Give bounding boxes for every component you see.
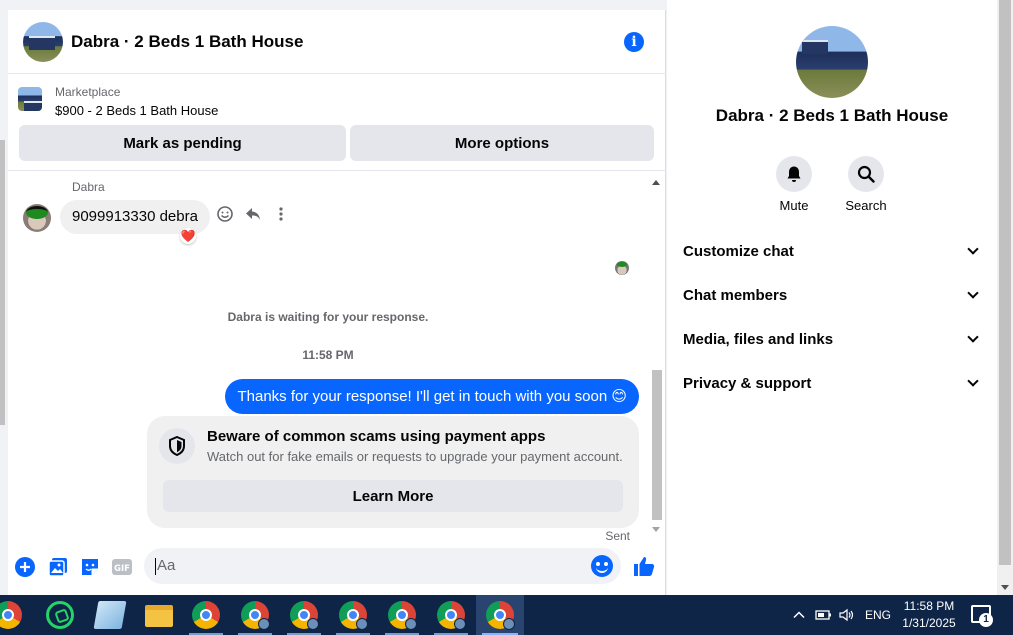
clock-date: 1/31/2025 bbox=[902, 616, 956, 630]
page-scroll-down-icon[interactable] bbox=[1001, 585, 1009, 590]
battery-icon[interactable] bbox=[815, 595, 833, 635]
info-icon[interactable]: i bbox=[624, 32, 644, 52]
whatsapp-icon[interactable] bbox=[46, 601, 74, 629]
panel-avatar[interactable] bbox=[796, 26, 868, 98]
chat-window: Dabra · 2 Beds 1 Bath House i Marketplac… bbox=[8, 10, 666, 595]
section-chat-members[interactable]: Chat members bbox=[683, 273, 983, 317]
show-hidden-icons-chevron-up-icon[interactable] bbox=[792, 595, 806, 635]
chevron-down-icon bbox=[967, 243, 979, 255]
section-label: Chat members bbox=[683, 286, 788, 304]
taskbar: ENG 11:58 PM 1/31/2025 1 bbox=[0, 595, 1013, 635]
marketplace-label: Marketplace bbox=[55, 85, 121, 99]
sender-avatar[interactable] bbox=[23, 204, 51, 232]
system-clock[interactable]: 11:58 PM 1/31/2025 bbox=[900, 598, 958, 632]
mark-as-pending-button[interactable]: Mark as pending bbox=[19, 125, 346, 161]
svg-text:GIF: GIF bbox=[114, 564, 130, 574]
message-composer: GIF Aa bbox=[8, 542, 666, 595]
message-input-placeholder: Aa bbox=[157, 557, 176, 574]
section-media-files-links[interactable]: Media, files and links bbox=[683, 317, 983, 361]
search-button[interactable]: Search bbox=[836, 156, 896, 213]
more-vertical-icon[interactable] bbox=[272, 205, 290, 223]
shield-icon bbox=[159, 428, 195, 464]
section-label: Customize chat bbox=[683, 242, 794, 260]
scroll-up-arrow-icon[interactable] bbox=[652, 180, 660, 185]
section-privacy-support[interactable]: Privacy & support bbox=[683, 361, 983, 405]
text-caret bbox=[155, 558, 156, 575]
page-scrollbar[interactable] bbox=[997, 0, 1013, 595]
volume-icon[interactable] bbox=[838, 595, 856, 635]
chat-title[interactable]: Dabra · 2 Beds 1 Bath House bbox=[71, 32, 303, 52]
chrome-profile-icon[interactable] bbox=[339, 601, 368, 630]
message-input[interactable]: Aa bbox=[144, 548, 621, 584]
chrome-profile-icon[interactable] bbox=[486, 601, 515, 630]
chevron-down-icon bbox=[967, 375, 979, 387]
learn-more-button[interactable]: Learn More bbox=[163, 480, 623, 512]
chrome-icon[interactable] bbox=[192, 601, 220, 629]
listing-thumbnail[interactable] bbox=[18, 87, 42, 111]
gif-icon[interactable]: GIF bbox=[111, 556, 133, 578]
chevron-down-icon bbox=[967, 287, 979, 299]
thumbs-up-icon[interactable] bbox=[632, 554, 655, 576]
search-icon[interactable] bbox=[848, 156, 884, 192]
scam-warning-description: Watch out for fake emails or requests to… bbox=[207, 449, 623, 464]
clock-time: 11:58 PM bbox=[903, 599, 955, 613]
chrome-icon[interactable] bbox=[0, 601, 22, 629]
photo-gallery-icon[interactable] bbox=[47, 556, 69, 578]
panel-top-strip bbox=[667, 0, 997, 10]
chat-info-panel: Dabra · 2 Beds 1 Bath House Mute Search … bbox=[667, 10, 997, 595]
messages-scrollbar[interactable] bbox=[651, 176, 663, 536]
section-customize-chat[interactable]: Customize chat bbox=[683, 229, 983, 273]
react-emoji-icon[interactable] bbox=[216, 205, 234, 223]
message-status: Sent bbox=[605, 529, 630, 542]
chrome-profile-icon[interactable] bbox=[290, 601, 319, 630]
chat-header: Dabra · 2 Beds 1 Bath House i bbox=[8, 10, 666, 74]
file-explorer-icon[interactable] bbox=[145, 605, 173, 627]
chevron-down-icon bbox=[967, 331, 979, 343]
chrome-profile-icon[interactable] bbox=[388, 601, 417, 630]
reply-icon[interactable] bbox=[244, 205, 262, 223]
seen-indicator-avatar bbox=[615, 261, 629, 275]
search-label: Search bbox=[845, 198, 887, 213]
add-plus-icon[interactable] bbox=[14, 556, 36, 578]
waiting-notice: Dabra is waiting for your response. bbox=[227, 310, 429, 324]
bell-icon[interactable] bbox=[776, 156, 812, 192]
sender-name: Dabra bbox=[72, 180, 105, 194]
mute-label: Mute bbox=[779, 198, 809, 213]
chrome-profile-icon[interactable] bbox=[437, 601, 466, 630]
message-timestamp: 11:58 PM bbox=[302, 348, 354, 362]
more-options-button[interactable]: More options bbox=[350, 125, 654, 161]
notes-app-icon[interactable] bbox=[93, 601, 127, 629]
section-label: Media, files and links bbox=[683, 330, 834, 348]
page-scroll-thumb[interactable] bbox=[999, 0, 1011, 565]
emoji-picker-icon[interactable] bbox=[591, 555, 613, 577]
left-scrollbar-thumb[interactable] bbox=[0, 140, 5, 425]
scroll-down-arrow-icon[interactable] bbox=[652, 527, 660, 532]
left-scroll-gutter bbox=[0, 0, 8, 595]
outgoing-message[interactable]: Thanks for your response! I'll get in to… bbox=[225, 379, 639, 414]
chrome-profile-icon[interactable] bbox=[241, 601, 270, 630]
scam-warning-card: Beware of common scams using payment app… bbox=[147, 416, 639, 528]
heart-reaction-icon[interactable]: ❤️ bbox=[180, 228, 196, 244]
notification-count-badge: 1 bbox=[979, 613, 993, 627]
message-list: Dabra 9099913330 debra ❤️ Dabra is waiti… bbox=[8, 172, 666, 542]
mute-button[interactable]: Mute bbox=[764, 156, 824, 213]
message-actions bbox=[216, 205, 290, 223]
messages-scroll-thumb[interactable] bbox=[652, 370, 662, 520]
sticker-icon[interactable] bbox=[79, 556, 101, 578]
scam-warning-title: Beware of common scams using payment app… bbox=[207, 428, 546, 445]
panel-title: Dabra · 2 Beds 1 Bath House bbox=[715, 106, 949, 125]
chat-avatar[interactable] bbox=[23, 21, 63, 62]
marketplace-listing: Marketplace $900 - 2 Beds 1 Bath House M… bbox=[8, 75, 666, 171]
language-indicator[interactable]: ENG bbox=[865, 595, 891, 635]
section-label: Privacy & support bbox=[683, 374, 812, 392]
listing-title[interactable]: $900 - 2 Beds 1 Bath House bbox=[55, 103, 218, 118]
